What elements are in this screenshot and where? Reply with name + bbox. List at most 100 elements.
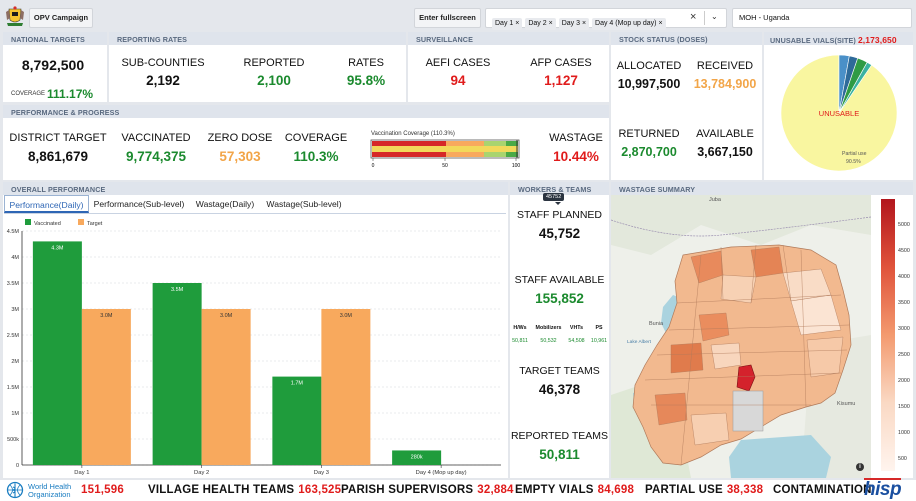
sub-counties-label: SUB-COUNTIES	[121, 57, 205, 69]
who-value: 151,596	[81, 484, 124, 496]
remove-chip-icon[interactable]: ×	[582, 20, 586, 27]
map-place-label: Kisumu	[837, 401, 855, 407]
day-chip[interactable]: Day 2 ×	[525, 18, 556, 30]
staff-planned-value: 45,752	[538, 226, 581, 241]
y-tick-label: 2.5M	[7, 333, 20, 339]
afp-value: 1,127	[544, 73, 578, 88]
wastage-value: 10.44%	[553, 149, 599, 164]
vht-value: 163,525	[298, 484, 342, 496]
map-place-label: Lake Albert	[627, 339, 652, 345]
vhts-label: VHTs	[569, 325, 584, 331]
district-dark	[750, 246, 784, 278]
legend-tick-label: 4500	[898, 248, 910, 254]
bar-target[interactable]	[321, 309, 371, 465]
who-logo-icon	[6, 481, 24, 499]
district-dark	[654, 392, 688, 426]
returned-label: RETURNED	[618, 128, 680, 140]
target-teams-value: 46,378	[538, 382, 581, 397]
staff-planned-label: STAFF PLANNED	[517, 209, 602, 221]
legend-tick-label: 2000	[898, 378, 910, 384]
national-targets-card: NATIONAL TARGETS 8,792,500 COVERAGE 111.…	[3, 32, 107, 102]
district-light	[710, 342, 742, 370]
bar-vaccinated[interactable]	[272, 376, 322, 465]
tab-performance-sub-level[interactable]: Performance(Sub-level)	[92, 195, 186, 213]
wastage-map[interactable]: Juba Bunia Lake Albert Kisumu	[611, 195, 871, 478]
day-chip[interactable]: Day 4 (Mop up day) ×	[592, 18, 666, 30]
bar-data-label: 3.0M	[220, 313, 233, 319]
coverage-label: COVERAGE	[284, 132, 348, 144]
chart-legend: Vaccinated Target	[25, 219, 103, 227]
sub-counties-value: 2,192	[146, 73, 180, 88]
y-tick-label: 3.5M	[7, 281, 20, 287]
ps-value: 10,961	[590, 338, 608, 344]
bar-target[interactable]	[81, 309, 131, 465]
district-light	[690, 412, 730, 446]
vhts-value: 54,508	[568, 338, 585, 344]
legend-swatch	[78, 219, 84, 225]
chevron-down-icon[interactable]: ⌄	[711, 12, 718, 21]
no-data-district	[732, 390, 764, 432]
staff-available-label: STAFF AVAILABLE	[514, 274, 605, 286]
campaign-button[interactable]: OPV Campaign	[29, 8, 93, 28]
bar-target[interactable]	[201, 309, 251, 465]
allocated-label: ALLOCATED	[616, 60, 682, 72]
day-chip[interactable]: Day 3 ×	[558, 18, 590, 30]
tab-underline	[4, 213, 506, 214]
partial-use-label: PARTIAL USE	[645, 484, 723, 496]
unusable-vials-header: UNUSABLE VIALS(SITE) 2,173,650	[764, 32, 913, 45]
remove-chip-icon[interactable]: ×	[549, 20, 553, 27]
clear-selection-icon[interactable]: ×	[690, 11, 696, 23]
bar-data-label: 280k	[411, 454, 423, 460]
vht-metric: VILLAGE HEALTH TEAMS 163,525	[148, 484, 341, 496]
legend-tick-label: 5000	[898, 222, 910, 228]
remove-chip-icon[interactable]: ×	[515, 20, 519, 27]
stock-status-header: STOCK STATUS (DOSES)	[611, 32, 762, 45]
hisp-logo: hisp	[864, 478, 902, 500]
contamination-label: CONTAMINATION	[773, 484, 872, 496]
received-value: 13,784,900	[693, 77, 757, 91]
gauge-title: Vaccination Coverage (110.3%)	[371, 131, 455, 137]
day-filter-select[interactable]: Day 1 × Day 2 × Day 3 × Day 4 (Mop up day) …	[485, 8, 727, 30]
unusable-vials-title: UNUSABLE VIALS(SITE)	[770, 36, 856, 45]
org-unit-value: MOH - Uganda	[739, 13, 790, 22]
fullscreen-button[interactable]: Enter fullscreen	[414, 8, 481, 28]
coverage-gauge: 0 50 100	[370, 139, 520, 169]
y-tick-label: 3M	[11, 307, 19, 313]
map-legend-colorbar	[881, 199, 895, 471]
x-tick-label: Day 4 (Mop up day)	[416, 470, 467, 476]
legend-tick-label: 500	[898, 456, 907, 462]
available-label: AVAILABLE	[696, 128, 754, 140]
who-name: World Health Organization	[28, 483, 71, 499]
gauge-tick-label: 0	[372, 163, 375, 169]
legend-tick-label: 3500	[898, 300, 910, 306]
reported-teams-label: REPORTED TEAMS	[510, 430, 609, 442]
bar-data-label: 3.5M	[171, 287, 184, 293]
pie-center-label: UNUSABLE	[819, 109, 859, 118]
day-chip[interactable]: Day 1 ×	[492, 18, 523, 30]
map-place-label: Juba	[709, 197, 722, 203]
tab-performance-daily[interactable]: Performance(Daily)	[4, 195, 89, 213]
reporting-rates-card: REPORTING RATES SUB-COUNTIES 2,192 REPOR…	[109, 32, 406, 102]
bar-data-label: 4.3M	[51, 245, 64, 251]
district-light	[806, 336, 844, 378]
tab-wastage-daily[interactable]: Wastage(Daily)	[192, 195, 258, 213]
empty-vials-label: EMPTY VIALS	[515, 484, 594, 496]
stock-status-card: STOCK STATUS (DOSES) ALLOCATED 10,997,50…	[611, 32, 762, 180]
y-tick-label: 1.5M	[7, 385, 20, 391]
afp-label: AFP CASES	[530, 57, 592, 69]
parish-label: PARISH SUPERVISORS	[341, 484, 474, 496]
wastage-summary-card: WASTAGE SUMMARY Juba Bunia Lake Albert K…	[611, 182, 913, 478]
lake-victoria	[729, 435, 831, 478]
map-info-icon[interactable]: i	[856, 463, 864, 471]
y-tick-label: 0	[16, 463, 19, 469]
y-tick-label: 4.5M	[7, 229, 20, 235]
bar-data-label: 3.0M	[340, 313, 353, 319]
district-dark	[670, 342, 704, 374]
coverage-value: 111.17%	[47, 87, 94, 101]
bar-vaccinated[interactable]	[32, 241, 82, 465]
org-unit-select[interactable]: MOH - Uganda	[732, 8, 912, 28]
remove-chip-icon[interactable]: ×	[658, 20, 662, 27]
bar-data-label: 1.7M	[291, 381, 304, 387]
bar-vaccinated[interactable]	[152, 283, 202, 465]
tab-wastage-sub-level[interactable]: Wastage(Sub-level)	[263, 195, 345, 213]
